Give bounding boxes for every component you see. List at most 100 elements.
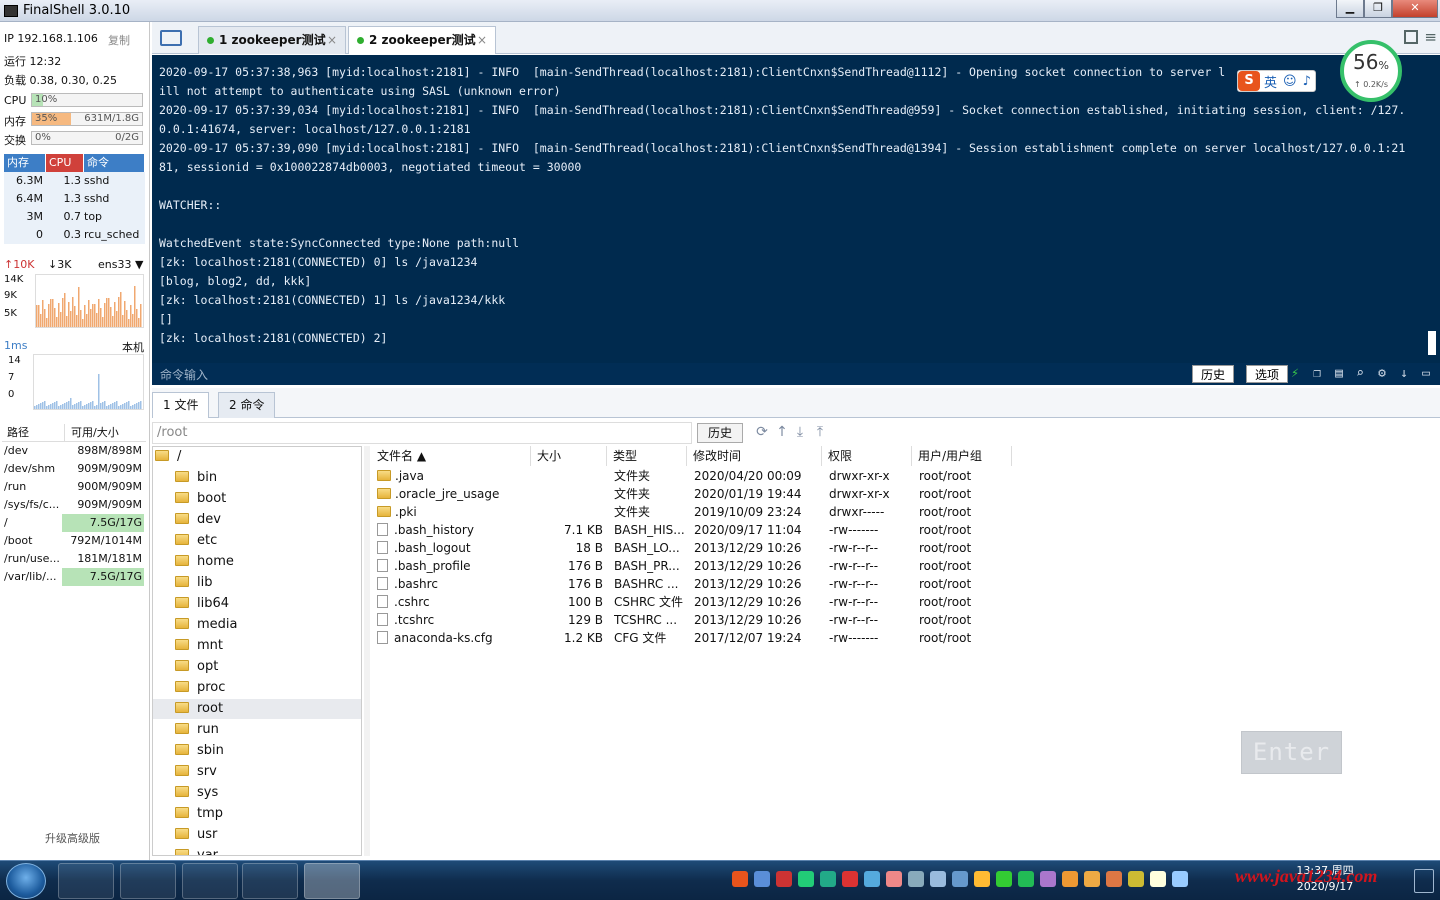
terminal-scrollbar[interactable]	[1428, 331, 1436, 355]
tree-root[interactable]: /	[155, 447, 181, 467]
mic-icon[interactable]: ♪	[1303, 74, 1311, 89]
file-row[interactable]: .bash_profile 176 B BASH_PR... 2013/12/29 1…	[371, 557, 1011, 575]
tree-item-etc[interactable]: etc	[175, 531, 217, 551]
options-button[interactable]: 选项	[1246, 365, 1289, 383]
terminal[interactable]: 2020-09-17 05:37:38,963 [myid:localhost:…	[152, 55, 1440, 385]
tree-item-var[interactable]: var	[175, 846, 218, 855]
col-perm[interactable]: 权限	[822, 446, 912, 466]
close-button[interactable]: ✕	[1392, 0, 1438, 18]
tray-icon[interactable]	[1018, 871, 1034, 887]
close-tab-icon[interactable]: ×	[477, 27, 487, 53]
col-type[interactable]: 类型	[607, 446, 687, 466]
command-input[interactable]: 命令输入	[160, 366, 208, 383]
disk-row[interactable]: /dev/shm 909M/909M	[2, 460, 146, 478]
tray-icon[interactable]	[996, 871, 1012, 887]
file-row[interactable]: .oracle_jre_usage 文件夹 2020/01/19 19:44 drwx…	[371, 485, 1011, 503]
lightning-icon[interactable]: ⚡	[1287, 367, 1303, 381]
proc-header-mem[interactable]: 内存	[4, 154, 46, 172]
tray-icon[interactable]	[754, 871, 770, 887]
show-desktop-button[interactable]	[1414, 869, 1434, 893]
ime-lang[interactable]: 英	[1264, 72, 1277, 91]
history-button[interactable]: 历史	[1192, 365, 1235, 383]
tray-icon[interactable]	[842, 871, 858, 887]
net-iface-select[interactable]: ens33 ▼	[98, 258, 143, 271]
ping-host[interactable]: 本机	[122, 339, 144, 355]
disk-row[interactable]: /run/use... 181M/181M	[2, 550, 146, 568]
taskbar-app-3[interactable]	[182, 863, 238, 899]
tray-icon[interactable]	[1106, 871, 1122, 887]
file-row[interactable]: .bashrc 176 B BASHRC ... 2013/12/29 10:26 -r…	[371, 575, 1011, 593]
tab-files[interactable]: 1 文件	[152, 392, 210, 418]
maximize-button[interactable]: ❐	[1364, 0, 1392, 18]
tray-icon[interactable]	[1128, 871, 1144, 887]
copy-icon[interactable]: ❐	[1309, 367, 1325, 381]
tray-icon[interactable]	[1084, 871, 1100, 887]
file-row[interactable]: .tcshrc 129 B TCSHRC ... 2013/12/29 10:26 -r…	[371, 611, 1011, 629]
file-row[interactable]: .java 文件夹 2020/04/20 00:09 drwxr-xr-x root/r…	[371, 467, 1011, 485]
disk-row[interactable]: /run 900M/909M	[2, 478, 146, 496]
disk-row[interactable]: /dev 898M/898M	[2, 442, 146, 460]
refresh-icon[interactable]: ⟳	[754, 424, 770, 440]
tray-icon[interactable]	[1172, 871, 1188, 887]
tray-icon[interactable]	[974, 871, 990, 887]
disk-row[interactable]: /var/lib/... 7.5G/17G	[2, 568, 146, 586]
tree-item-media[interactable]: media	[175, 615, 238, 635]
tab-session-2[interactable]: 2 zookeeper测试 ×	[348, 26, 496, 54]
download-icon[interactable]: ⤓	[792, 424, 808, 440]
file-row[interactable]: .bash_history 7.1 KB BASH_HIS... 2020/09/17…	[371, 521, 1011, 539]
col-owner[interactable]: 用户/用户组	[912, 446, 1012, 466]
open-folder-icon[interactable]	[160, 30, 182, 46]
tab-session-1[interactable]: 1 zookeeper测试 ×	[198, 26, 346, 54]
file-row[interactable]: .bash_logout 18 B BASH_LO... 2013/12/29 10:…	[371, 539, 1011, 557]
tray-icon[interactable]	[930, 871, 946, 887]
taskbar-app-finalshell[interactable]	[304, 863, 360, 899]
tree-item-home[interactable]: home	[175, 552, 234, 572]
tray-icon[interactable]	[820, 871, 836, 887]
col-size[interactable]: 大小	[531, 446, 607, 466]
tray-icon[interactable]	[776, 871, 792, 887]
tray-icon[interactable]	[1062, 871, 1078, 887]
tree-item-srv[interactable]: srv	[175, 762, 217, 782]
upload-icon[interactable]: ⤒	[812, 424, 828, 440]
network-speed-widget[interactable]: 56% ↑ 0.2K/s	[1340, 40, 1402, 102]
disk-row[interactable]: /sys/fs/c... 909M/909M	[2, 496, 146, 514]
tray-icon[interactable]	[864, 871, 880, 887]
disk-header-path[interactable]: 路径	[2, 424, 64, 441]
taskbar-app-1[interactable]	[58, 863, 114, 899]
tab-commands[interactable]: 2 命令	[218, 392, 276, 418]
disk-row[interactable]: / 7.5G/17G	[2, 514, 146, 532]
maximize-icon[interactable]: ▭	[1418, 367, 1434, 381]
start-button[interactable]	[6, 863, 46, 899]
tree-item-lib64[interactable]: lib64	[175, 594, 229, 614]
tray-icon[interactable]	[1040, 871, 1056, 887]
paste-icon[interactable]: ▤	[1331, 367, 1347, 381]
col-name[interactable]: 文件名 ▲	[371, 446, 531, 466]
col-time[interactable]: 修改时间	[687, 446, 822, 466]
proc-header-cpu[interactable]: CPU	[46, 154, 84, 172]
path-history-button[interactable]: 历史	[697, 423, 744, 443]
tree-item-lib[interactable]: lib	[175, 573, 212, 593]
tree-item-root[interactable]: root	[153, 699, 361, 719]
search-icon[interactable]: ⌕	[1352, 367, 1368, 381]
tree-item-run[interactable]: run	[175, 720, 219, 740]
tray-icon[interactable]	[798, 871, 814, 887]
disk-header-size[interactable]: 可用/大小	[64, 424, 144, 441]
tree-item-proc[interactable]: proc	[175, 678, 225, 698]
tree-item-sys[interactable]: sys	[175, 783, 218, 803]
tree-item-tmp[interactable]: tmp	[175, 804, 223, 824]
path-input[interactable]: /root	[152, 422, 692, 444]
file-row[interactable]: .cshrc 100 B CSHRC 文件 2013/12/29 10:26 -rw-r…	[371, 593, 1011, 611]
tree-item-bin[interactable]: bin	[175, 468, 217, 488]
tray-icon[interactable]	[886, 871, 902, 887]
tray-icon[interactable]	[732, 871, 748, 887]
tree-item-usr[interactable]: usr	[175, 825, 217, 845]
process-row[interactable]: 0 0.3 rcu_sched	[4, 226, 145, 244]
tree-item-dev[interactable]: dev	[175, 510, 221, 530]
menu-icon[interactable]: ≡	[1424, 28, 1437, 46]
copy-ip-button[interactable]: 复制	[108, 32, 130, 48]
download-icon[interactable]: ↓	[1396, 367, 1412, 381]
tree-item-sbin[interactable]: sbin	[175, 741, 224, 761]
taskbar-app-4[interactable]	[242, 863, 298, 899]
tree-item-mnt[interactable]: mnt	[175, 636, 223, 656]
pane-splitter[interactable]	[364, 446, 370, 856]
